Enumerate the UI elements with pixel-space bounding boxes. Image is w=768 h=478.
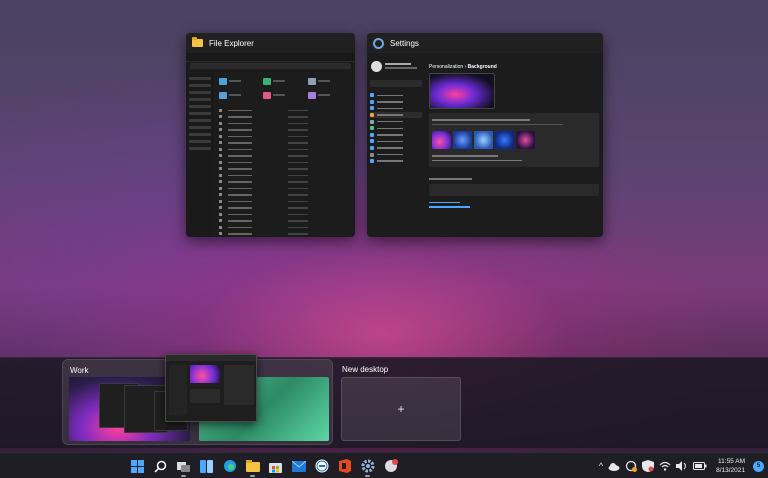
mail-button[interactable]	[289, 455, 308, 477]
new-desktop-button[interactable]: +	[341, 377, 461, 441]
explorer-file-list	[216, 73, 351, 237]
settings-nav-personalization[interactable]	[370, 111, 422, 119]
breadcrumb-current: Background	[467, 64, 497, 70]
file-explorer-button[interactable]	[243, 455, 262, 477]
office-button[interactable]	[335, 455, 354, 477]
dell-button[interactable]	[312, 455, 331, 477]
store-icon	[269, 462, 282, 473]
cloud-icon[interactable]	[608, 462, 620, 471]
edge-icon	[223, 460, 236, 472]
settings-titlebar[interactable]: Settings	[367, 33, 603, 53]
start-button[interactable]	[128, 455, 147, 477]
settings-nav	[370, 92, 422, 165]
file-explorer-titlebar[interactable]: File Explorer	[186, 33, 355, 53]
taskbar: ^ 11:55 AM 8/13/2021 5	[0, 452, 768, 478]
system-tray: ^ 11:55 AM 8/13/2021 5	[599, 453, 768, 478]
settings-main: Personalization › Background	[429, 53, 599, 237]
folder-icon	[192, 37, 203, 47]
desktop-work-label: Work	[70, 366, 89, 375]
dragged-window-thumbnail[interactable]	[165, 354, 257, 422]
notification-badge[interactable]: 5	[753, 460, 764, 472]
settings-button[interactable]	[358, 455, 377, 477]
teams-button[interactable]	[381, 455, 400, 477]
security-icon[interactable]	[642, 460, 655, 472]
recent-images	[432, 131, 596, 149]
explorer-address-bar	[190, 63, 351, 69]
clock-date: 8/13/2021	[716, 467, 745, 474]
task-view-icon	[177, 461, 190, 472]
file-explorer-icon	[245, 460, 260, 472]
widgets-button[interactable]	[197, 455, 216, 477]
battery-icon[interactable]	[693, 462, 707, 470]
file-explorer-title: File Explorer	[209, 38, 254, 48]
settings-search-input[interactable]	[370, 80, 422, 87]
volume-icon[interactable]	[676, 461, 688, 471]
settings-content: Personalization › Background	[367, 53, 603, 237]
explorer-toolbar	[186, 53, 355, 62]
explorer-nav-pane	[186, 73, 214, 237]
start-icon	[131, 459, 144, 473]
file-explorer-window[interactable]: File Explorer	[186, 33, 355, 237]
update-icon[interactable]	[625, 460, 638, 472]
widgets-icon	[200, 459, 213, 473]
teams-icon	[384, 459, 398, 472]
edge-button[interactable]	[220, 455, 239, 477]
plus-icon: +	[397, 402, 405, 416]
task-view-button[interactable]	[174, 455, 193, 477]
search-icon	[154, 460, 167, 473]
breadcrumb-separator: ›	[464, 64, 467, 70]
clock-time: 11:55 AM	[718, 458, 745, 465]
wifi-icon[interactable]	[659, 461, 671, 471]
personalize-background-card[interactable]	[429, 113, 599, 167]
settings-gear-icon	[373, 37, 384, 49]
background-preview	[429, 73, 495, 109]
desktop-new-label: New desktop	[342, 365, 389, 374]
office-icon	[338, 459, 351, 473]
settings-icon	[361, 459, 374, 473]
clock[interactable]: 11:55 AM 8/13/2021	[716, 457, 745, 475]
settings-title: Settings	[390, 38, 419, 48]
settings-window[interactable]: Settings Personalization › Background	[367, 33, 603, 237]
chevron-up-icon[interactable]: ^	[599, 461, 603, 471]
dell-icon	[315, 459, 328, 473]
file-explorer-content	[186, 53, 355, 237]
avatar	[371, 61, 382, 72]
breadcrumb-parent[interactable]: Personalization	[429, 64, 463, 70]
search-button[interactable]	[151, 455, 170, 477]
store-button[interactable]	[266, 455, 285, 477]
breadcrumb: Personalization › Background	[429, 64, 599, 70]
mail-icon	[291, 460, 306, 472]
taskbar-apps	[128, 453, 400, 478]
settings-sidebar	[367, 53, 425, 237]
